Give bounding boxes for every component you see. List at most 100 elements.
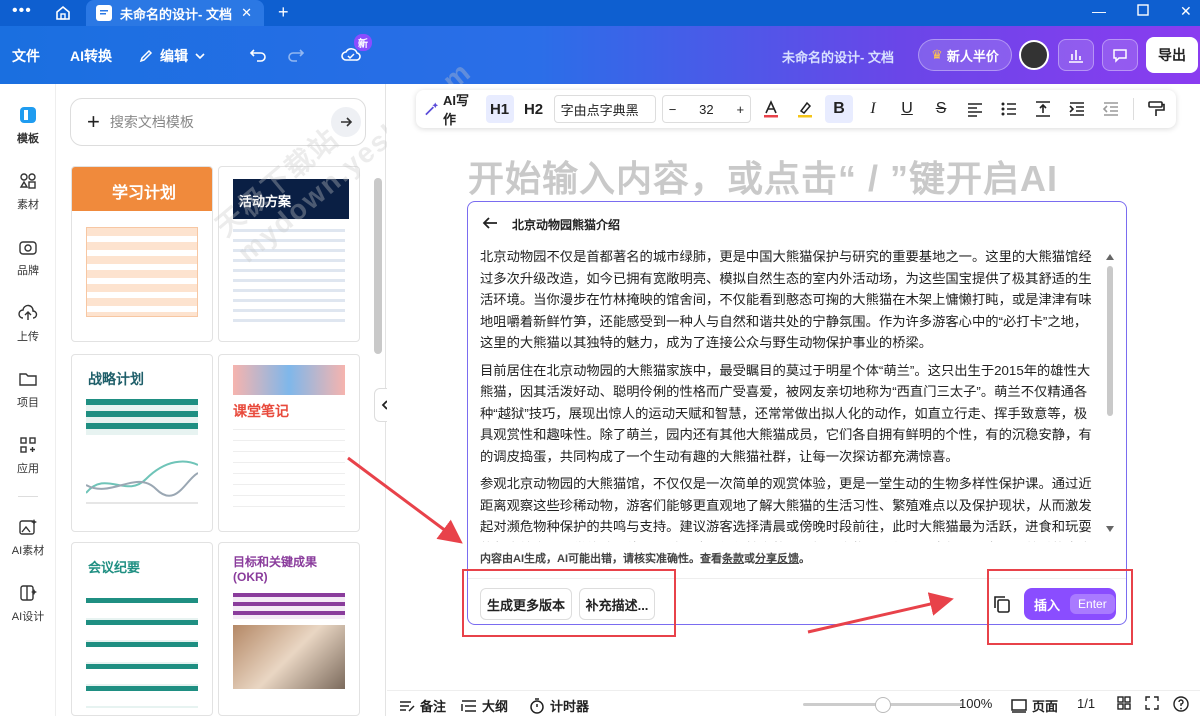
more-menu-icon[interactable]: ••• [12,2,32,20]
heading2-button[interactable]: H2 [520,95,548,123]
template-title: 活动方案 [233,179,349,219]
close-tab-icon[interactable]: ✕ [241,5,252,21]
comment-button[interactable] [1102,39,1138,71]
plus-icon: + [87,109,100,134]
folder-icon [17,368,39,390]
paragraph: 目前居住在北京动物园的大熊猫家族中，最受瞩目的莫过于明星个体“萌兰”。这只出生于… [480,362,1092,464]
highlight-icon[interactable] [791,95,819,123]
template-card-event-plan[interactable]: 活动方案 [218,166,360,342]
template-card-strategic-plan[interactable]: 战略计划 [71,354,213,532]
magic-wand-icon [425,102,439,116]
template-table-preview [233,593,345,619]
feedback-link[interactable]: 分享反馈 [755,553,799,565]
template-search[interactable]: + 搜索文档模板 [70,98,366,146]
timer-button[interactable]: 计时器 [529,696,589,715]
strikethrough-button[interactable]: S [927,95,955,123]
template-table-preview [86,399,198,435]
document-tab[interactable]: 未命名的设计- 文档 ✕ [86,0,264,26]
file-menu[interactable]: 文件 [12,46,40,66]
template-title: 目标和关键成果(OKR) [233,555,318,584]
format-painter-icon[interactable] [1142,95,1170,123]
underline-button[interactable]: U [893,95,921,123]
line-height-icon[interactable] [1029,95,1057,123]
redo-icon[interactable] [286,44,306,64]
template-table-preview [86,598,198,708]
avatar[interactable] [1019,40,1049,70]
font-size-stepper[interactable]: − 32 + [661,95,752,123]
paragraph: 北京动物园不仅是首都著名的城市绿肺，更是中国大熊猫保护与研究的重要基地之一。这里… [480,249,1092,350]
font-size-value[interactable]: 32 [699,102,713,117]
edit-menu[interactable]: 编辑 [138,46,206,66]
home-icon[interactable] [52,3,74,23]
terms-link[interactable]: 条款 [722,553,744,565]
material-icon [17,170,39,192]
timer-icon [530,697,544,714]
ai-result-panel: 北京动物园熊猫介绍 北京动物园不仅是首都著名的城市绿肺，更是中国大熊猫保护与研究… [467,201,1127,625]
undo-icon[interactable] [248,44,268,64]
template-card-study-plan[interactable]: 学习计划 [71,166,213,342]
template-table-preview [86,227,198,317]
ai-material-icon [17,516,39,538]
rail-item-brand[interactable]: 品牌 [0,236,56,278]
stats-button[interactable] [1058,39,1094,71]
rail-item-ai-design[interactable]: AI设计 [0,582,56,624]
format-toolbar: AI写作 H1 H2 字由点字典黑 − 32 + B I U S [416,90,1176,128]
template-icon [17,104,39,126]
apps-icon [17,434,39,456]
bold-button[interactable]: B [825,95,854,123]
bar-chart-icon [1069,50,1083,63]
font-family-select[interactable]: 字由点字典黑 [553,95,656,123]
template-title: 学习计划 [72,167,212,211]
rail-item-material[interactable]: 素材 [0,170,56,212]
outline-button[interactable]: 大纲 [461,696,508,715]
template-line-chart-preview [85,460,199,504]
minimize-icon[interactable]: — [1092,3,1106,19]
ai-convert-menu[interactable]: AI转换 [70,46,112,66]
toolbar-divider [1133,98,1134,120]
increase-size-button[interactable]: + [736,102,744,117]
arrow-right-icon[interactable] [331,107,361,137]
search-placeholder: 搜索文档模板 [109,114,194,130]
notes-icon [400,700,415,712]
fullscreen-icon[interactable] [1145,696,1159,710]
zoom-value[interactable]: 100% [959,696,992,711]
back-arrow-icon[interactable] [482,216,498,233]
document-title[interactable]: 未命名的设计- 文档 [782,47,894,66]
pencil-icon [139,49,153,63]
zoom-slider-handle[interactable] [875,697,891,713]
template-card-meeting-minutes[interactable]: 会议纪要 [71,542,213,716]
decrease-size-button[interactable]: − [669,102,677,117]
template-card-class-notes[interactable]: 课堂笔记 [218,354,360,532]
rail-item-upload[interactable]: 上传 [0,302,56,344]
close-window-icon[interactable]: ✕ [1180,3,1192,20]
page-counter: 1/1 [1077,696,1096,711]
indent-icon[interactable] [1063,95,1091,123]
main-toolbar: 文件 AI转换 编辑 新 未命名的设计- 文档 ♛ 新人半价 导出 [0,26,1200,84]
heading1-button[interactable]: H1 [485,95,514,123]
template-card-okr[interactable]: 目标和关键成果(OKR) [218,542,360,716]
grid-view-icon[interactable] [1117,696,1131,710]
rail-item-ai-material[interactable]: AI素材 [0,516,56,558]
rail-item-template[interactable]: 模板 [0,104,56,146]
export-button[interactable]: 导出 [1146,37,1198,73]
new-tab-icon[interactable]: + [278,2,289,23]
pages-button[interactable]: 页面 [1011,696,1058,715]
panel-scrollbar[interactable] [374,178,382,354]
rail-item-apps[interactable]: 应用 [0,434,56,476]
editor-placeholder[interactable]: 开始输入内容，或点击“ / ”键开启AI [468,150,1058,202]
bullet-list-icon[interactable] [995,95,1023,123]
help-icon[interactable] [1173,696,1189,712]
ai-generated-text[interactable]: 北京动物园不仅是首都著名的城市绿肺，更是中国大熊猫保护与研究的重要基地之一。这里… [480,246,1100,542]
notes-button[interactable]: 备注 [399,696,446,715]
ai-panel-scrollbar[interactable] [1106,252,1114,534]
ai-write-button[interactable]: AI写作 [424,93,480,127]
outdent-icon[interactable] [1097,95,1125,123]
italic-button[interactable]: I [859,95,887,123]
promo-button[interactable]: ♛ 新人半价 [918,39,1012,71]
annotation-box-right [987,569,1133,645]
align-left-icon[interactable] [961,95,989,123]
ai-panel-header: 北京动物园熊猫介绍 [482,216,620,233]
maximize-icon[interactable] [1137,3,1149,19]
rail-item-project[interactable]: 项目 [0,368,56,410]
font-color-icon[interactable] [757,95,785,123]
